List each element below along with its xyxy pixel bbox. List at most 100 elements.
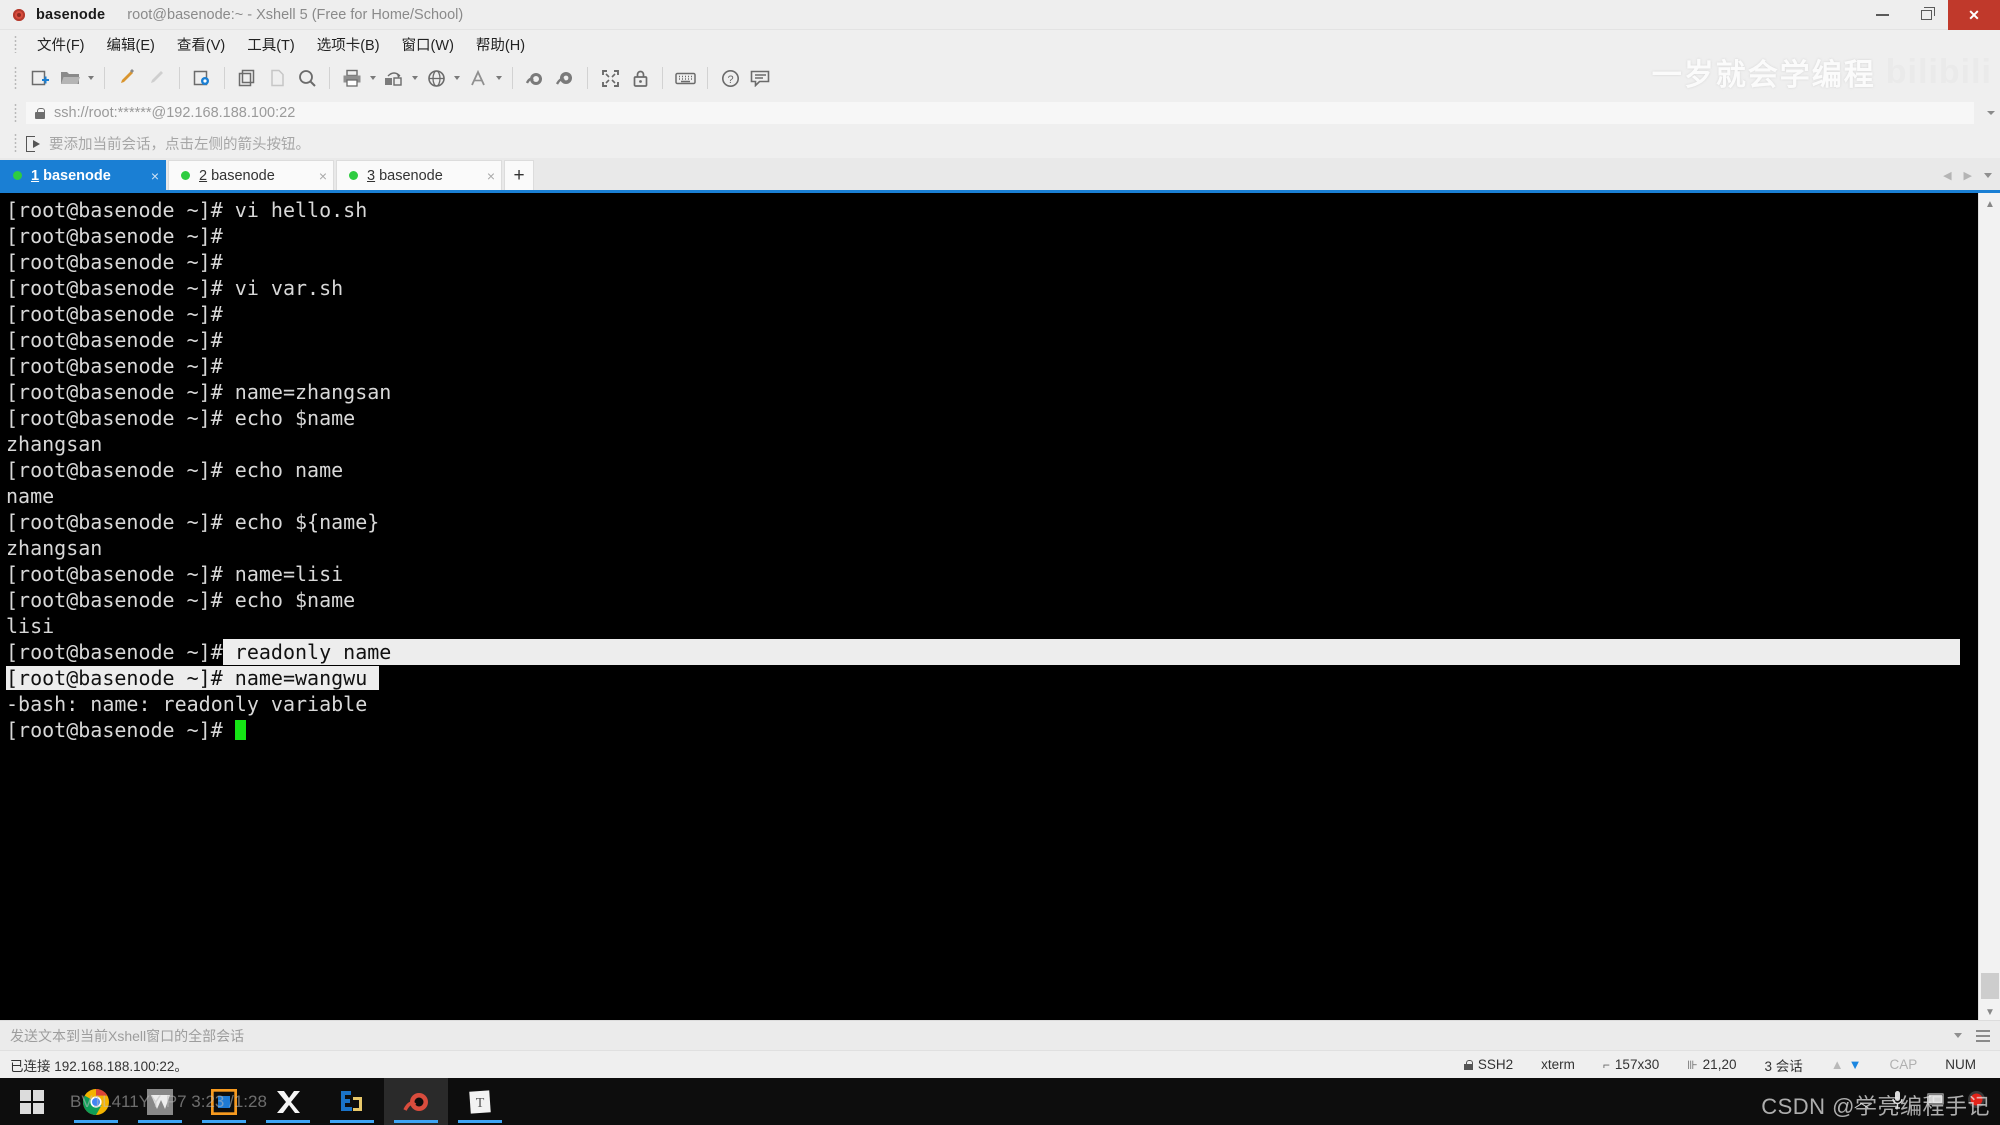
tab-3-basenode[interactable]: 3 basenode × xyxy=(336,160,502,190)
chevron-down-icon[interactable] xyxy=(1982,98,2000,128)
arrow-down-icon: ▼ xyxy=(1848,1057,1862,1072)
restore-button[interactable] xyxy=(1904,0,1948,30)
pencil-icon[interactable] xyxy=(142,63,172,93)
menu-edit[interactable]: 编辑(E) xyxy=(96,31,166,58)
menu-grip[interactable] xyxy=(14,35,17,53)
scroll-up-icon[interactable]: ▲ xyxy=(1979,193,2000,215)
snail-alt-icon[interactable] xyxy=(550,63,580,93)
address-grip[interactable] xyxy=(14,103,17,123)
virtualbox-icon[interactable] xyxy=(192,1078,256,1125)
scrollbar-thumb[interactable] xyxy=(1981,973,1999,999)
taskbar: T BV1L411YY P7 3:23 /1:28 ︿ xyxy=(0,1078,2000,1125)
tab-scroll-right-icon[interactable]: ▶ xyxy=(1964,169,1972,182)
menu-window[interactable]: 窗口(W) xyxy=(391,31,465,58)
terminal-line: zhangsan xyxy=(6,432,103,456)
fullscreen-icon[interactable] xyxy=(595,63,625,93)
font-caret-icon[interactable] xyxy=(493,63,505,93)
hamburger-icon[interactable] xyxy=(1976,1029,1990,1042)
terminal-selected-text: readonly name xyxy=(222,639,1961,665)
copy-session-icon[interactable] xyxy=(232,63,262,93)
close-icon[interactable]: × xyxy=(473,169,495,183)
windows-icon xyxy=(20,1089,44,1114)
close-icon[interactable]: × xyxy=(305,169,327,183)
app-name: basenode xyxy=(36,6,106,23)
chrome-icon[interactable] xyxy=(64,1078,128,1125)
paste-icon[interactable] xyxy=(262,63,292,93)
highlighter-icon[interactable] xyxy=(112,63,142,93)
connection-status: 已连接 192.168.188.100:22。 xyxy=(10,1058,188,1074)
minimize-button[interactable] xyxy=(1860,0,1904,30)
terminal-line: [root@basenode ~]# xyxy=(6,328,223,352)
address-input[interactable]: ssh://root:******@192.168.188.100:22 xyxy=(26,102,1974,124)
hint-grip[interactable] xyxy=(14,133,17,153)
session-properties-icon[interactable] xyxy=(187,63,217,93)
terminal-line: [root@basenode ~]# name=lisi xyxy=(6,562,344,586)
print-icon[interactable] xyxy=(337,63,367,93)
comment-icon[interactable] xyxy=(745,63,775,93)
chevron-down-icon[interactable] xyxy=(1954,1033,1962,1038)
terminal-output[interactable]: [root@basenode ~]# vi hello.sh [root@bas… xyxy=(0,193,1978,1020)
xmind-icon[interactable] xyxy=(256,1078,320,1125)
menu-tools[interactable]: 工具(T) xyxy=(236,31,306,58)
tab-label: 1 basenode xyxy=(31,167,111,184)
new-session-icon[interactable] xyxy=(25,63,55,93)
start-button[interactable] xyxy=(0,1078,64,1125)
keyboard-icon[interactable] xyxy=(670,63,700,93)
terminal-line: [root@basenode ~]# xyxy=(6,224,223,248)
transfer-caret-icon[interactable] xyxy=(409,63,421,93)
menu-help[interactable]: 帮助(H) xyxy=(465,31,536,58)
open-folder-caret-icon[interactable] xyxy=(85,63,97,93)
terminal-scrollbar[interactable]: ▲ ▼ xyxy=(1978,193,2000,1023)
status-terminal-type: xterm xyxy=(1541,1057,1575,1072)
lock-icon[interactable] xyxy=(625,63,655,93)
xshell-icon[interactable] xyxy=(384,1078,448,1125)
terminal-line: [root@basenode ~]# echo $name xyxy=(6,588,356,612)
toolbar-separator xyxy=(179,67,180,89)
status-cursor-position: ⊪ 21,20 xyxy=(1687,1057,1737,1072)
tab-1-basenode[interactable]: 1 basenode × xyxy=(0,160,166,190)
title-bar: basenode root@basenode:~ - Xshell 5 (Fre… xyxy=(0,0,2000,30)
snail-icon xyxy=(6,0,32,30)
font-icon[interactable] xyxy=(463,63,493,93)
svg-text:?: ? xyxy=(727,74,733,86)
new-tab-button[interactable]: + xyxy=(504,160,534,190)
transfer-file-icon[interactable] xyxy=(379,63,409,93)
microphone-icon[interactable] xyxy=(1891,1090,1904,1114)
print-caret-icon[interactable] xyxy=(367,63,379,93)
toolbar-grip[interactable] xyxy=(14,66,17,90)
globe-icon[interactable] xyxy=(421,63,451,93)
status-transfer: ▲ ▼ xyxy=(1817,1057,1876,1072)
help-icon[interactable]: ? xyxy=(715,63,745,93)
chevron-up-icon[interactable]: ︿ xyxy=(1854,1091,1869,1112)
lock-icon xyxy=(1463,1059,1473,1070)
terminal-line: zhangsan xyxy=(6,536,103,560)
find-icon[interactable] xyxy=(292,63,322,93)
toolbar-separator xyxy=(224,67,225,89)
vmware-icon[interactable] xyxy=(128,1078,192,1125)
address-value: ssh://root:******@192.168.188.100:22 xyxy=(54,105,296,121)
typora-icon[interactable]: T xyxy=(448,1078,512,1125)
toolbar-separator xyxy=(707,67,708,89)
lock-icon xyxy=(34,107,46,120)
add-session-icon[interactable] xyxy=(26,135,42,152)
send-to-all-bar[interactable]: 发送文本到当前Xshell窗口的全部会话 xyxy=(0,1020,2000,1050)
record-icon[interactable] xyxy=(1967,1090,1986,1113)
globe-caret-icon[interactable] xyxy=(451,63,463,93)
address-bar: ssh://root:******@192.168.188.100:22 xyxy=(0,98,2000,128)
open-folder-icon[interactable] xyxy=(55,63,85,93)
close-button[interactable]: ✕ xyxy=(1948,0,2000,30)
toolbar-separator xyxy=(587,67,588,89)
terminal-line: [root@basenode ~]# xyxy=(6,302,223,326)
tab-list-icon[interactable] xyxy=(1984,172,1992,178)
menu-file[interactable]: 文件(F) xyxy=(26,31,96,58)
menu-tabs[interactable]: 选项卡(B) xyxy=(306,31,391,58)
close-icon[interactable]: × xyxy=(137,169,159,183)
menu-view[interactable]: 查看(V) xyxy=(166,31,236,58)
tab-2-basenode[interactable]: 2 basenode × xyxy=(168,160,334,190)
tab-scroll-left-icon[interactable]: ◀ xyxy=(1943,169,1951,182)
display-icon[interactable] xyxy=(1926,1092,1945,1111)
editplus-icon[interactable] xyxy=(320,1078,384,1125)
send-bar-controls xyxy=(1954,1029,2000,1042)
snail-icon[interactable] xyxy=(520,63,550,93)
terminal-line: [root@basenode ~]# echo name xyxy=(6,458,344,482)
